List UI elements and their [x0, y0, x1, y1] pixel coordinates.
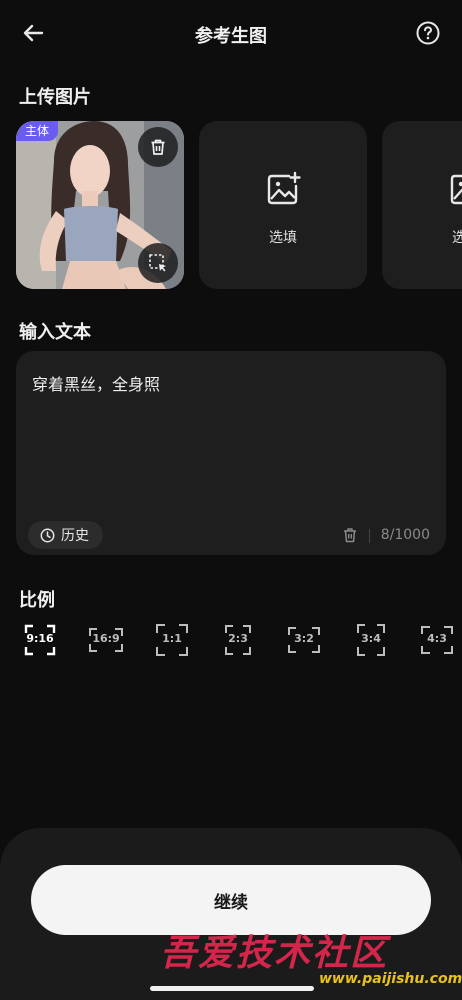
delete-image-button[interactable] — [138, 127, 178, 167]
divider — [369, 529, 370, 543]
ratio-options: 9:16 16:9 1:1 2:3 3:2 3:4 4:3 — [0, 622, 462, 662]
ratio-label: 3:2 — [294, 632, 314, 645]
ratio-option-1-1[interactable]: 1:1 — [154, 622, 190, 658]
watermark-url: www.paijishu.com — [319, 971, 462, 987]
clock-icon — [40, 528, 55, 542]
trash-icon — [151, 139, 165, 155]
ratio-label: 16:9 — [92, 632, 120, 645]
upload-row: 主体 选填 选 — [16, 121, 462, 289]
prompt-text: 穿着黑丝，全身照 — [32, 375, 161, 394]
main-subject-tag: 主体 — [16, 121, 59, 141]
ratio-option-3-2[interactable]: 3:2 — [286, 622, 322, 658]
history-button[interactable]: 历史 — [28, 521, 103, 549]
history-label: 历史 — [61, 528, 89, 544]
ratio-label: 3:4 — [361, 632, 381, 645]
clear-text-icon[interactable] — [342, 527, 358, 543]
select-area-icon — [149, 254, 166, 272]
char-counter: 8/1000 — [380, 527, 430, 543]
ratio-label: 1:1 — [162, 632, 182, 645]
ratio-option-9-16[interactable]: 9:16 — [22, 622, 58, 658]
optional-label: 选填 — [452, 230, 462, 246]
ratio-option-3-4[interactable]: 3:4 — [353, 622, 389, 658]
ratio-option-16-9[interactable]: 16:9 — [87, 622, 125, 658]
prompt-textarea[interactable]: 穿着黑丝，全身照 历史 8/1000 — [16, 351, 446, 555]
add-image-icon — [450, 174, 462, 205]
select-area-button[interactable] — [138, 243, 178, 283]
ratio-option-4-3[interactable]: 4:3 — [419, 622, 455, 658]
main-image-card[interactable]: 主体 — [16, 121, 184, 289]
home-indicator — [150, 986, 314, 991]
watermark-text: 吾爱技术社区 — [160, 932, 389, 974]
add-image-icon — [267, 171, 301, 205]
ratio-label: 4:3 — [427, 632, 447, 645]
reference-image-page: 参考生图 上传图片 主体 选填 选 输入文本 穿着黑丝，全身照 历史 8/100… — [0, 0, 462, 1000]
ratio-option-2-3[interactable]: 2:3 — [220, 622, 256, 658]
optional-label: 选填 — [269, 230, 297, 246]
text-section-title: 输入文本 — [19, 322, 91, 343]
ratio-label: 2:3 — [228, 632, 248, 645]
help-button[interactable] — [416, 21, 440, 45]
bottom-panel: 继续 吾爱技术社区 www.paijishu.com — [0, 828, 462, 1000]
optional-image-slot-1[interactable]: 选填 — [199, 121, 367, 289]
optional-image-slot-2[interactable]: 选填 — [382, 121, 462, 289]
upload-section-title: 上传图片 — [19, 87, 91, 108]
help-icon — [416, 21, 440, 45]
header: 参考生图 — [0, 0, 462, 68]
ratio-label: 9:16 — [26, 632, 54, 645]
ratio-section-title: 比例 — [19, 590, 55, 611]
page-title: 参考生图 — [195, 26, 267, 47]
